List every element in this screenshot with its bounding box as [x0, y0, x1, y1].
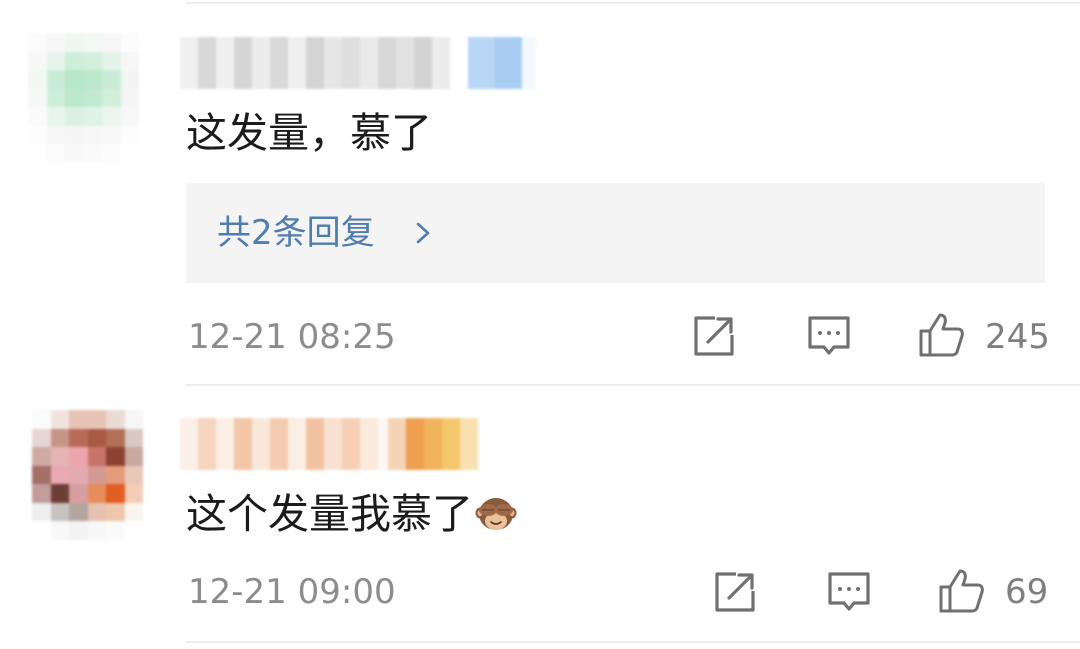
replies-panel[interactable]: 共2条回复: [186, 183, 1045, 283]
view-replies-link[interactable]: 共2条回复: [217, 208, 375, 258]
avatar[interactable]: [28, 33, 158, 163]
comment-text-body: 这个发量我慕了: [186, 490, 473, 538]
comment-icon[interactable]: [806, 313, 852, 359]
divider: [186, 2, 1080, 4]
username[interactable]: [180, 418, 478, 470]
share-icon[interactable]: [691, 313, 737, 359]
thumbs-up-icon[interactable]: [918, 311, 964, 357]
comment-timestamp: 12-21 09:00: [188, 572, 396, 612]
like-count: 69: [1005, 572, 1049, 612]
share-icon[interactable]: [712, 569, 758, 615]
thumbs-up-icon[interactable]: [938, 567, 984, 613]
like-count: 245: [985, 317, 1050, 357]
see-no-evil-monkey-icon: [475, 498, 517, 530]
avatar[interactable]: [32, 410, 162, 540]
comment-text: 这发量，慕了: [186, 109, 432, 157]
chevron-right-icon: [416, 222, 430, 244]
comment-icon[interactable]: [826, 569, 872, 615]
divider: [186, 641, 1080, 643]
comment-timestamp: 12-21 08:25: [188, 317, 396, 357]
comment-text: 这个发量我慕了: [186, 489, 517, 539]
username[interactable]: [180, 37, 536, 89]
divider: [186, 384, 1080, 386]
